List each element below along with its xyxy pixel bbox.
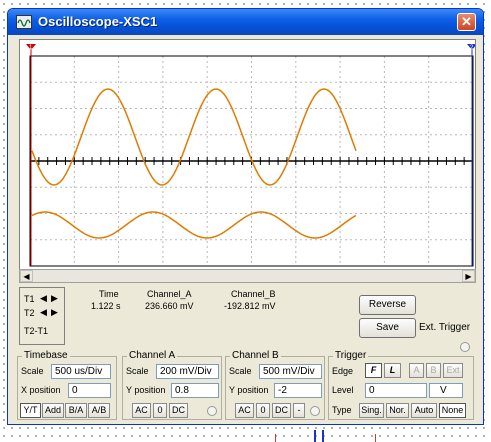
channel-a-zero-button[interactable]: 0 <box>153 403 167 418</box>
rising-edge-button[interactable]: F <box>365 363 382 378</box>
channel-b-dc-button[interactable]: DC <box>272 403 291 418</box>
channel-b-value: -192.812 mV <box>224 301 276 311</box>
channel-a-value: 236.660 mV <box>145 301 194 311</box>
trigger-source-a-button[interactable]: A <box>409 363 424 378</box>
none-trigger-button[interactable]: None <box>439 403 466 418</box>
channel-a-ac-button[interactable]: AC <box>132 403 151 418</box>
timebase-scale-field[interactable]: 500 us/Div <box>51 364 111 379</box>
ext-trigger-terminal[interactable] <box>460 342 470 352</box>
channel-a-ypos-field[interactable]: 0.8 <box>171 383 219 398</box>
channel-a-scale-label: Scale <box>126 366 149 376</box>
yt-mode-button[interactable]: Y/T <box>20 403 41 418</box>
scroll-right-arrow-icon[interactable]: ▶ <box>462 270 475 282</box>
cursor-selector: T1 ◀ ▶ T2 ◀ ▶ T2-T1 <box>19 287 65 345</box>
level-label: Level <box>332 385 354 395</box>
scope-screen[interactable]: 12 <box>20 40 477 270</box>
channel-b-zero-button[interactable]: 0 <box>256 403 270 418</box>
channel-a-dc-button[interactable]: DC <box>169 403 188 418</box>
channel-a-scale-field[interactable]: 200 mV/Div <box>156 364 219 379</box>
channel-b-group: Channel B Scale 500 mV/Div Y position -2… <box>225 350 325 420</box>
timebase-group: Timebase Scale 500 us/Div X position 0 Y… <box>17 350 117 420</box>
ext-trigger-label: Ext. Trigger <box>419 322 471 333</box>
schematic-wire <box>314 430 324 442</box>
falling-edge-button[interactable]: L <box>384 363 401 378</box>
x-position-field[interactable]: 0 <box>68 383 111 398</box>
trigger-source-b-button[interactable]: B <box>426 363 441 378</box>
channel-a-title: Channel A <box>127 350 178 361</box>
channel-b-ypos-field[interactable]: -2 <box>274 383 322 398</box>
falling-edge-icon: L <box>389 365 396 375</box>
t1-label: T1 <box>24 294 35 304</box>
cursor-readout-panel: T1 ◀ ▶ T2 ◀ ▶ T2-T1 Time Channel_A Chann… <box>19 287 477 352</box>
close-icon: ✕ <box>461 14 472 29</box>
schematic-wire <box>275 434 276 442</box>
timebase-scale-label: Scale <box>21 366 44 376</box>
auto-trigger-button[interactable]: Auto <box>411 403 437 418</box>
channel-b-ac-button[interactable]: AC <box>235 403 254 418</box>
x-position-label: X position <box>21 385 61 395</box>
time-header: Time <box>99 289 119 299</box>
reverse-button[interactable]: Reverse <box>359 295 416 315</box>
edge-label: Edge <box>332 366 354 376</box>
close-button[interactable]: ✕ <box>457 13 476 31</box>
ab-mode-button[interactable]: A/B <box>88 403 110 418</box>
channel-b-invert-button[interactable]: - <box>293 403 305 418</box>
t1-left-arrow-icon[interactable]: ◀ <box>38 293 49 303</box>
schematic-wire <box>375 434 376 442</box>
add-mode-button[interactable]: Add <box>42 403 64 418</box>
t1-right-arrow-icon[interactable]: ▶ <box>49 293 60 303</box>
ba-mode-button[interactable]: B/A <box>65 403 87 418</box>
trigger-source-ext-button[interactable]: Ext <box>443 363 463 378</box>
level-unit-field[interactable]: V <box>429 383 463 398</box>
single-trigger-button[interactable]: Sing. <box>359 403 384 418</box>
t2-label: T2 <box>24 308 35 318</box>
scroll-left-arrow-icon[interactable]: ◀ <box>20 270 33 282</box>
normal-trigger-button[interactable]: Nor. <box>386 403 409 418</box>
channel-b-scale-label: Scale <box>229 366 252 376</box>
rising-edge-icon: F <box>370 365 377 375</box>
level-field[interactable]: 0 <box>365 383 427 398</box>
horizontal-scrollbar[interactable]: ◀ ▶ <box>19 269 476 283</box>
t2-right-arrow-icon[interactable]: ▶ <box>49 307 60 317</box>
type-label: Type <box>332 405 352 415</box>
trigger-group: Trigger Edge F L A B Ext Level 0 V Type … <box>328 350 474 420</box>
t2-t1-label: T2-T1 <box>24 326 49 336</box>
channel-a-header: Channel_A <box>147 289 192 299</box>
trigger-title: Trigger <box>333 350 369 361</box>
channel-a-terminal[interactable] <box>207 406 217 416</box>
channel-b-ypos-label: Y position <box>229 385 269 395</box>
timebase-title: Timebase <box>22 350 70 361</box>
channel-a-ypos-label: Y position <box>126 385 166 395</box>
time-value: 1.122 s <box>91 301 121 311</box>
oscilloscope-icon <box>16 15 32 29</box>
scope-display[interactable]: 12 <box>19 39 477 271</box>
channel-b-scale-field[interactable]: 500 mV/Div <box>259 364 322 379</box>
channel-b-header: Channel_B <box>231 289 276 299</box>
oscilloscope-window: Oscilloscope-XSC1 ✕ 12 ◀ ▶ T1 ◀ ▶ T2 ◀ ▶… <box>7 8 484 425</box>
save-button[interactable]: Save <box>359 318 416 338</box>
window-title: Oscilloscope-XSC1 <box>38 14 158 29</box>
channel-a-group: Channel A Scale 200 mV/Div Y position 0.… <box>122 350 222 420</box>
t2-left-arrow-icon[interactable]: ◀ <box>38 307 49 317</box>
channel-b-terminal[interactable] <box>310 406 320 416</box>
channel-b-title: Channel B <box>230 350 281 361</box>
title-bar[interactable]: Oscilloscope-XSC1 ✕ <box>8 9 483 35</box>
